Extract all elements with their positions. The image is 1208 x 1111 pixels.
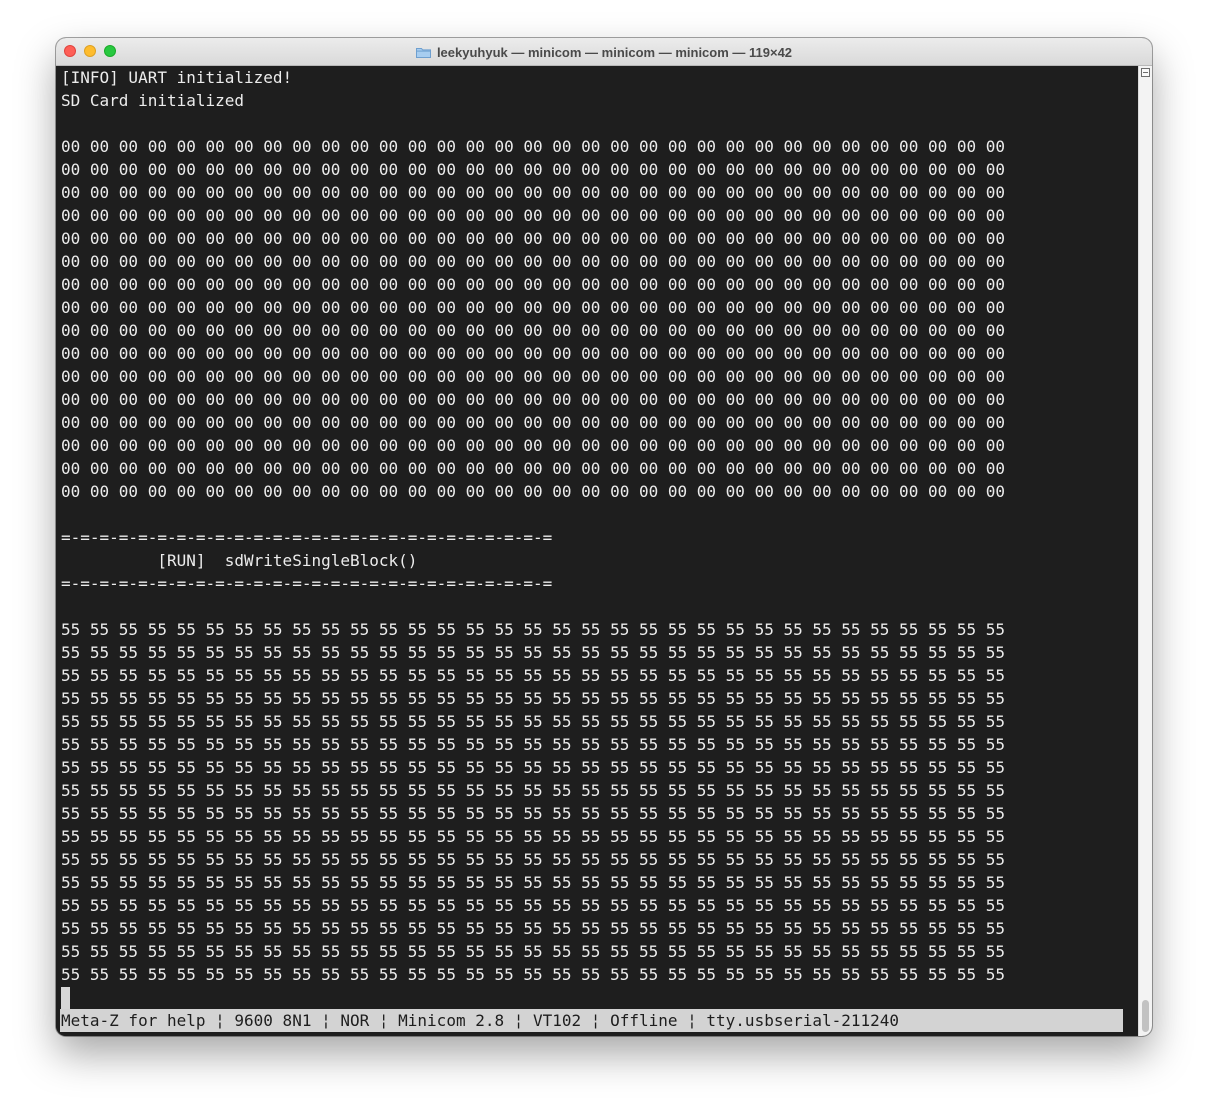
terminal-line: 55 55 55 55 55 55 55 55 55 55 55 55 55 5… [61, 620, 1006, 639]
terminal-window: leekyuhyuk — minicom — minicom — minicom… [56, 38, 1152, 1036]
status-bar: Meta-Z for help ¦ 9600 8N1 ¦ NOR ¦ Minic… [60, 1009, 1123, 1032]
terminal-line: 00 00 00 00 00 00 00 00 00 00 00 00 00 0… [61, 482, 1006, 501]
terminal-line: =-=-=-=-=-=-=-=-=-=-=-=-=-=-=-=-=-=-=-=-… [61, 574, 553, 593]
terminal-line: 55 55 55 55 55 55 55 55 55 55 55 55 55 5… [61, 735, 1006, 754]
terminal-line: 00 00 00 00 00 00 00 00 00 00 00 00 00 0… [61, 160, 1006, 179]
title-bar[interactable]: leekyuhyuk — minicom — minicom — minicom… [56, 38, 1152, 66]
terminal-line: 00 00 00 00 00 00 00 00 00 00 00 00 00 0… [61, 298, 1006, 317]
terminal-line: 00 00 00 00 00 00 00 00 00 00 00 00 00 0… [61, 344, 1006, 363]
terminal-line: 00 00 00 00 00 00 00 00 00 00 00 00 00 0… [61, 413, 1006, 432]
terminal-line: 00 00 00 00 00 00 00 00 00 00 00 00 00 0… [61, 390, 1006, 409]
scrollbar-thumb[interactable] [1142, 1000, 1149, 1032]
terminal-line: 55 55 55 55 55 55 55 55 55 55 55 55 55 5… [61, 919, 1006, 938]
terminal-line: 00 00 00 00 00 00 00 00 00 00 00 00 00 0… [61, 321, 1006, 340]
terminal-line: 00 00 00 00 00 00 00 00 00 00 00 00 00 0… [61, 183, 1006, 202]
terminal-line: 00 00 00 00 00 00 00 00 00 00 00 00 00 0… [61, 275, 1006, 294]
window-title: leekyuhyuk — minicom — minicom — minicom… [436, 44, 793, 60]
terminal-line: 55 55 55 55 55 55 55 55 55 55 55 55 55 5… [61, 781, 1006, 800]
terminal-line: 55 55 55 55 55 55 55 55 55 55 55 55 55 5… [61, 827, 1006, 846]
terminal-line: 55 55 55 55 55 55 55 55 55 55 55 55 55 5… [61, 666, 1006, 685]
terminal-line: 00 00 00 00 00 00 00 00 00 00 00 00 00 0… [61, 367, 1006, 386]
text-cursor [61, 987, 70, 1009]
scrollbar-menu-icon[interactable] [1141, 68, 1150, 77]
window-title-area: leekyuhyuk — minicom — minicom — minicom… [56, 38, 1152, 66]
terminal-line: 55 55 55 55 55 55 55 55 55 55 55 55 55 5… [61, 850, 1006, 869]
terminal-line: SD Card initialized [61, 91, 245, 110]
terminal-line: [RUN] sdWriteSingleBlock() [61, 551, 418, 570]
terminal-line: 00 00 00 00 00 00 00 00 00 00 00 00 00 0… [61, 137, 1006, 156]
terminal-line: 55 55 55 55 55 55 55 55 55 55 55 55 55 5… [61, 758, 1006, 777]
terminal-line: 00 00 00 00 00 00 00 00 00 00 00 00 00 0… [61, 229, 1006, 248]
vertical-scrollbar[interactable] [1138, 66, 1152, 1036]
terminal-line: 55 55 55 55 55 55 55 55 55 55 55 55 55 5… [61, 896, 1006, 915]
terminal-line: 00 00 00 00 00 00 00 00 00 00 00 00 00 0… [61, 436, 1006, 455]
status-bar-text: Meta-Z for help ¦ 9600 8N1 ¦ NOR ¦ Minic… [61, 1011, 900, 1030]
terminal-line: 55 55 55 55 55 55 55 55 55 55 55 55 55 5… [61, 942, 1006, 961]
terminal-line: 00 00 00 00 00 00 00 00 00 00 00 00 00 0… [61, 206, 1006, 225]
folder-icon [415, 47, 431, 58]
terminal-line: 55 55 55 55 55 55 55 55 55 55 55 55 55 5… [61, 712, 1006, 731]
terminal-line: 00 00 00 00 00 00 00 00 00 00 00 00 00 0… [61, 252, 1006, 271]
terminal-line: 00 00 00 00 00 00 00 00 00 00 00 00 00 0… [61, 459, 1006, 478]
terminal-line: 55 55 55 55 55 55 55 55 55 55 55 55 55 5… [61, 643, 1006, 662]
terminal-line: [INFO] UART initialized! [61, 68, 293, 87]
terminal-line: 55 55 55 55 55 55 55 55 55 55 55 55 55 5… [61, 689, 1006, 708]
terminal-line: 55 55 55 55 55 55 55 55 55 55 55 55 55 5… [61, 873, 1006, 892]
terminal-output[interactable]: 55 55 55 55 55 55 55 55 55 55 55 55 55 5… [56, 66, 1138, 1036]
terminal-line: 55 55 55 55 55 55 55 55 55 55 55 55 55 5… [61, 965, 1006, 984]
terminal-line: 55 55 55 55 55 55 55 55 55 55 55 55 55 5… [61, 804, 1006, 823]
terminal-line: =-=-=-=-=-=-=-=-=-=-=-=-=-=-=-=-=-=-=-=-… [61, 528, 553, 547]
